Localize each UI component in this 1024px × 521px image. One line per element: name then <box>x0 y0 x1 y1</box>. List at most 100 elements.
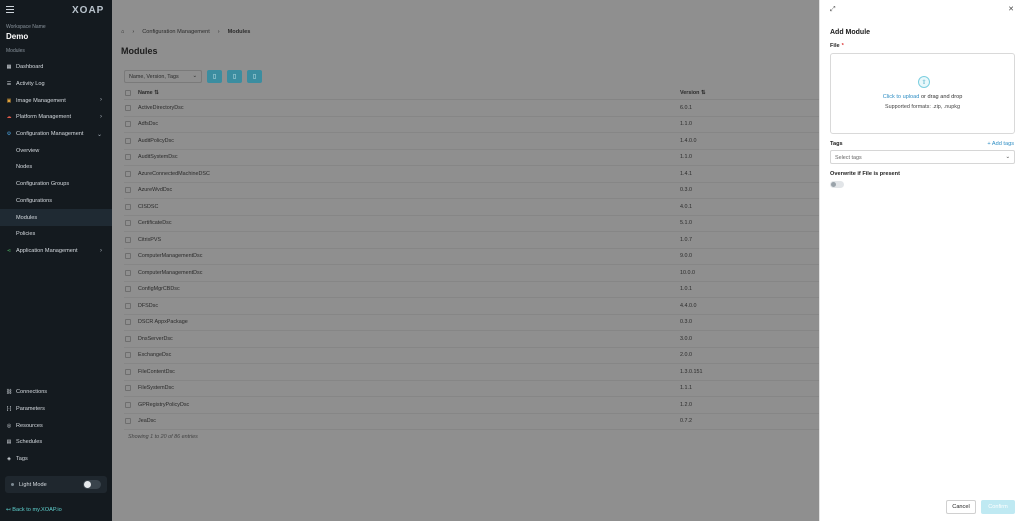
row-checkbox[interactable] <box>125 137 131 144</box>
row-name: JeaDsc <box>138 418 156 425</box>
required-mark: * <box>841 43 844 49</box>
sidebar-item-label: Activity Log <box>16 81 45 88</box>
select-all-checkbox[interactable] <box>125 89 131 96</box>
sidebar-subitem-configuration-groups[interactable]: Configuration Groups <box>0 176 112 193</box>
column-header-version[interactable]: Version ⇅ <box>680 90 780 96</box>
row-name: FileContentDsc <box>138 368 175 375</box>
tag-icon: ◈ <box>7 456 11 463</box>
sidebar-subitem-overview[interactable]: Overview <box>0 142 112 159</box>
row-name: ExchangeDsc <box>138 352 172 359</box>
import-file-button[interactable]: ▯ <box>247 70 262 83</box>
table-row[interactable]: AuditSystemDsc 1.1.0 <box>124 150 932 166</box>
hamburger-menu-icon[interactable] <box>6 6 14 13</box>
home-icon[interactable]: ⌂ <box>121 29 124 35</box>
back-to-xoap-link[interactable]: ↤ Back to my.XOAP.io <box>6 507 62 513</box>
table-row[interactable]: ComputerManagementDsc 10.0.0 <box>124 265 932 282</box>
row-checkbox[interactable] <box>125 187 131 194</box>
export-file-button[interactable]: ▯ <box>227 70 242 83</box>
sidebar-item-image-management[interactable]: ▣ Image Management › <box>0 92 112 109</box>
row-checkbox[interactable] <box>125 319 131 326</box>
row-checkbox[interactable] <box>125 368 131 375</box>
add-file-button[interactable]: ▯ <box>207 70 222 83</box>
table-row[interactable]: CISDSC 4.0.1 <box>124 199 932 216</box>
table-row[interactable]: DnsServerDsc 3.0.0 <box>124 331 932 348</box>
row-version: 0.3.0 <box>680 187 692 194</box>
row-checkbox[interactable] <box>125 236 131 243</box>
cancel-button[interactable]: Cancel <box>946 500 976 514</box>
row-checkbox[interactable] <box>125 220 131 227</box>
row-version: 6.0.1 <box>680 104 692 111</box>
row-checkbox[interactable] <box>125 401 131 408</box>
light-mode-toggle[interactable] <box>83 480 101 489</box>
sidebar-item-activity-log[interactable]: ☰ Activity Log <box>0 76 112 93</box>
chevron-right-icon: › <box>100 97 102 104</box>
sidebar-subitem-policies[interactable]: Policies <box>0 226 112 243</box>
row-checkbox[interactable] <box>125 104 131 111</box>
click-to-upload-link[interactable]: Click to upload <box>883 94 920 100</box>
sidebar-subitem-modules[interactable]: Modules <box>0 209 112 226</box>
row-checkbox[interactable] <box>125 302 131 309</box>
breadcrumb-separator-icon: › <box>132 29 135 35</box>
overwrite-toggle[interactable] <box>830 181 844 188</box>
table-row[interactable]: AzureWvdDsc 0.3.0 <box>124 183 932 199</box>
table-row[interactable]: DSCR AppxPackage 0.3.0 <box>124 315 932 331</box>
confirm-button[interactable]: Confirm <box>981 500 1015 514</box>
sidebar-item-resources[interactable]: ◎ Resources <box>0 417 112 434</box>
table-row[interactable]: GPRegistryPolicyDsc 1.2.0 <box>124 397 932 414</box>
tags-select[interactable]: Select tags ⌄ <box>830 150 1015 164</box>
column-header-name[interactable]: Name ⇅ <box>138 90 680 96</box>
row-checkbox[interactable] <box>125 335 131 342</box>
sidebar-subitem-nodes[interactable]: Nodes <box>0 159 112 176</box>
table-row[interactable]: AzureConnectedMachineDSC 1.4.1 <box>124 166 932 183</box>
sidebar-item-parameters[interactable]: [·] Parameters <box>0 401 112 418</box>
row-checkbox[interactable] <box>125 385 131 392</box>
table-row[interactable]: ComputerManagementDsc 9.0.0 <box>124 249 932 265</box>
pagination-info: Showing 1 to 20 of 86 entries <box>128 434 198 440</box>
sidebar-subitem-label: Overview <box>16 147 40 154</box>
row-checkbox[interactable] <box>125 121 131 128</box>
modules-table: Name ⇅ Version ⇅ ActiveDirectoryDsc 6.0.1… <box>124 86 932 430</box>
table-row[interactable]: AdfsDsc 1.1.0 <box>124 117 932 133</box>
table-row[interactable]: JeaDsc 0.7.2 <box>124 414 932 430</box>
row-checkbox[interactable] <box>125 154 131 161</box>
sidebar-item-configuration-management[interactable]: ⚙ Configuration Management ⌄ <box>0 126 112 143</box>
row-checkbox[interactable] <box>125 352 131 359</box>
add-tags-label: Add tags <box>991 141 1014 147</box>
workspace-name[interactable]: Demo <box>6 32 28 41</box>
breadcrumb-configuration-management[interactable]: Configuration Management <box>142 29 209 35</box>
search-filter-placeholder: Name, Version, Tags <box>129 74 179 80</box>
table-row[interactable]: ActiveDirectoryDsc 6.0.1 <box>124 100 932 117</box>
row-checkbox[interactable] <box>125 418 131 425</box>
table-row[interactable]: ExchangeDsc 2.0.0 <box>124 348 932 364</box>
add-tags-button[interactable]: + Add tags <box>987 141 1014 147</box>
table-row[interactable]: DFSDsc 4.4.0.0 <box>124 298 932 315</box>
cloud-icon: ☁ <box>6 114 12 121</box>
table-row[interactable]: ConfigMgrCBDsc 1.0.1 <box>124 282 932 298</box>
row-checkbox[interactable] <box>125 286 131 293</box>
sidebar-item-tags[interactable]: ◈ Tags <box>0 451 112 468</box>
sidebar-item-schedules[interactable]: ▤ Schedules <box>0 434 112 451</box>
expand-icon[interactable]: ⤢ <box>830 6 836 14</box>
table-row[interactable]: FileContentDsc 1.3.0.151 <box>124 364 932 381</box>
close-icon[interactable]: ✕ <box>1008 5 1014 13</box>
sidebar-item-label: Parameters <box>16 406 45 413</box>
row-version: 1.4.0.0 <box>680 137 697 144</box>
row-checkbox[interactable] <box>125 203 131 210</box>
row-checkbox[interactable] <box>125 269 131 276</box>
file-dropzone[interactable]: ⇧ Click to upload or drag and drop Suppo… <box>830 53 1015 134</box>
sidebar-item-connections[interactable]: ⛓ Connections <box>0 384 112 401</box>
column-header-label: Version <box>680 89 700 96</box>
table-row[interactable]: CertificateDsc 5.1.0 <box>124 216 932 232</box>
search-filter-select[interactable]: Name, Version, Tags ⌄ <box>124 70 202 83</box>
table-row[interactable]: AuditPolicyDsc 1.4.0.0 <box>124 133 932 150</box>
table-row[interactable]: CitrixPVS 1.0.7 <box>124 232 932 249</box>
sidebar-item-platform-management[interactable]: ☁ Platform Management › <box>0 109 112 126</box>
row-checkbox[interactable] <box>125 253 131 260</box>
drag-drop-text: or drag and drop <box>919 94 963 100</box>
sidebar-item-application-management[interactable]: ⋖ Application Management › <box>0 243 112 260</box>
table-row[interactable]: FileSystemDsc 1.1.1 <box>124 381 932 397</box>
row-checkbox[interactable] <box>125 170 131 177</box>
row-version: 10.0.0 <box>680 269 695 276</box>
sidebar-subitem-configurations[interactable]: Configurations <box>0 193 112 210</box>
sidebar-item-dashboard[interactable]: ▦ Dashboard <box>0 59 112 76</box>
